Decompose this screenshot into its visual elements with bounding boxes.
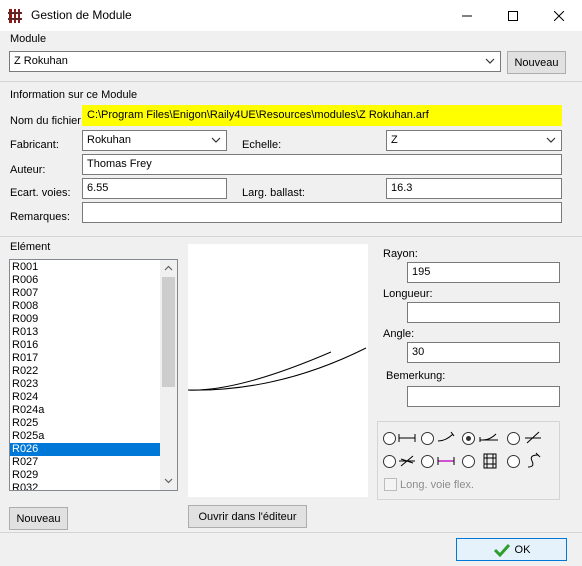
list-item[interactable]: R029 <box>10 469 160 482</box>
ballast-width-field[interactable]: 16.3 <box>386 178 562 199</box>
crossing-icon <box>525 431 541 444</box>
track-spacing-field[interactable]: 6.55 <box>82 178 227 199</box>
list-item[interactable]: R016 <box>10 339 160 352</box>
flex-track-label: Long. voie flex. <box>400 479 474 491</box>
list-item[interactable]: R024a <box>10 404 160 417</box>
double-slip-icon <box>399 455 415 467</box>
scale-select[interactable]: Z <box>386 130 562 151</box>
list-item[interactable]: R013 <box>10 326 160 339</box>
list-item[interactable]: R032 <box>10 482 160 490</box>
open-editor-button[interactable]: Ouvrir dans l'éditeur <box>188 505 307 528</box>
title-bar: Gestion de Module <box>0 0 582 31</box>
checkmark-icon <box>493 543 510 557</box>
length-label: Longueur: <box>383 288 433 300</box>
module-section-label: Module <box>10 33 47 45</box>
maximize-button[interactable] <box>490 0 536 31</box>
new-module-button[interactable]: Nouveau <box>507 51 566 74</box>
list-item[interactable]: R025 <box>10 417 160 430</box>
element-list[interactable]: R001 R006 R007 R008 R009 R013 R016 R017 R022 R023… <box>9 259 178 491</box>
new-element-button[interactable]: Nouveau <box>9 507 68 530</box>
list-item[interactable]: R026 <box>10 443 160 456</box>
list-item[interactable]: R025a <box>10 430 160 443</box>
module-select-value: Z Rokuhan <box>14 55 68 67</box>
list-item[interactable]: R022 <box>10 365 160 378</box>
info-section-label: Information sur ce Module <box>10 89 138 101</box>
angle-field[interactable]: 30 <box>407 342 560 363</box>
list-item[interactable]: R017 <box>10 352 160 365</box>
ballast-width-label: Larg. ballast: <box>242 187 305 199</box>
divider <box>0 236 582 237</box>
radio-turnout[interactable] <box>462 432 475 445</box>
radio-bumper[interactable] <box>462 455 475 468</box>
element-list-items: R001 R006 R007 R008 R009 R013 R016 R017 R022 R023… <box>10 261 160 490</box>
radio-straight[interactable] <box>383 432 396 445</box>
divider <box>0 81 582 82</box>
uncoupler-track-icon <box>437 457 455 465</box>
ok-button[interactable]: OK <box>456 538 567 561</box>
track-type-group: Long. voie flex. <box>377 421 560 500</box>
app-icon <box>8 9 22 23</box>
note-label: Bemerkung: <box>386 370 446 382</box>
flex-track-checkbox[interactable] <box>384 478 397 491</box>
manufacturer-label: Fabricant: <box>10 139 59 151</box>
straight-track-icon <box>398 434 416 442</box>
radio-uncoupler[interactable] <box>421 455 434 468</box>
length-field[interactable] <box>407 302 560 323</box>
bumper-icon <box>483 453 497 469</box>
radius-label: Rayon: <box>383 248 418 260</box>
scroll-down-icon[interactable] <box>164 478 173 484</box>
window-title: Gestion de Module <box>31 8 132 22</box>
track-preview-drawing <box>187 347 367 391</box>
chevron-down-icon <box>211 137 221 143</box>
track-preview <box>187 244 368 497</box>
chevron-down-icon <box>546 137 556 143</box>
scroll-up-icon[interactable] <box>164 265 173 271</box>
maximize-icon <box>508 10 518 21</box>
author-label: Auteur: <box>10 164 46 176</box>
flex-track-icon <box>527 452 541 468</box>
list-item[interactable]: R023 <box>10 378 160 391</box>
minimize-button[interactable] <box>444 0 490 31</box>
list-item[interactable]: R009 <box>10 313 160 326</box>
radio-flex[interactable] <box>507 455 520 468</box>
scale-select-value: Z <box>391 134 398 146</box>
track-spacing-label: Ecart. voies: <box>10 187 71 199</box>
list-item[interactable]: R008 <box>10 300 160 313</box>
remarks-field[interactable] <box>82 202 562 223</box>
curve-track-icon <box>437 431 455 442</box>
minimize-icon <box>462 15 472 16</box>
divider <box>0 532 582 533</box>
angle-label: Angle: <box>383 328 415 340</box>
list-item[interactable]: R006 <box>10 274 160 287</box>
manufacturer-select-value: Rokuhan <box>87 134 132 146</box>
filename-label: Nom du fichier <box>10 115 81 127</box>
note-field[interactable] <box>407 386 560 407</box>
author-field[interactable]: Thomas Frey <box>82 154 562 175</box>
ok-button-label: OK <box>514 543 531 556</box>
element-list-scrollbar[interactable] <box>160 260 177 490</box>
scale-label: Echelle: <box>242 139 282 151</box>
chevron-down-icon <box>485 58 495 64</box>
list-item[interactable]: R027 <box>10 456 160 469</box>
radius-field[interactable]: 195 <box>407 262 560 283</box>
scroll-thumb[interactable] <box>162 277 175 387</box>
element-section-label: Elément <box>10 241 51 253</box>
close-icon <box>554 10 564 21</box>
list-item[interactable]: R024 <box>10 391 160 404</box>
close-button[interactable] <box>536 0 582 31</box>
turnout-icon <box>479 433 498 442</box>
filename-field: C:\Program Files\Enigon\Raily4UE\Resourc… <box>82 105 562 126</box>
manufacturer-select[interactable]: Rokuhan <box>82 130 227 151</box>
module-select[interactable]: Z Rokuhan <box>9 51 501 72</box>
remarks-label: Remarques: <box>10 211 70 223</box>
radio-double-slip[interactable] <box>383 455 396 468</box>
list-item[interactable]: R001 <box>10 261 160 274</box>
list-item[interactable]: R007 <box>10 287 160 300</box>
radio-curve[interactable] <box>421 432 434 445</box>
radio-crossing[interactable] <box>507 432 520 445</box>
